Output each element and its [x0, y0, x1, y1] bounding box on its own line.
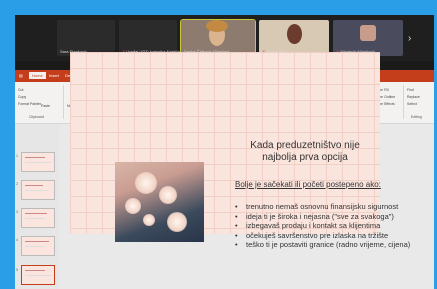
- thumbnail-line: [25, 275, 51, 276]
- participant-tile[interactable]: ✕Jelena Milo...: [259, 20, 329, 56]
- paste-button[interactable]: Paste: [41, 104, 50, 108]
- thumbnail-line: [25, 157, 45, 158]
- participant-hair: [206, 20, 228, 32]
- slide-thumbnail-selected[interactable]: [21, 265, 55, 285]
- thumbnail-line: [25, 246, 43, 247]
- participant-tile-active[interactable]: Danka Čelković (She/her): [180, 19, 256, 57]
- cut-button[interactable]: Cut: [18, 88, 23, 92]
- list-item: očekuješ savršenstvo pre izlaska na trži…: [235, 231, 434, 241]
- flower-image[interactable]: [115, 162, 204, 242]
- thumbnail-line: [25, 270, 45, 271]
- thumbnail-number: 3: [16, 210, 18, 214]
- slide-thumbnail[interactable]: [21, 208, 55, 228]
- flower-shape: [143, 214, 155, 226]
- list-item: teško ti je postaviti granice (radno vri…: [235, 240, 434, 250]
- screen-share-frame: Sara Stankovic ✕Uređaj (432) korisnika N…: [15, 15, 434, 289]
- flower-shape: [125, 198, 141, 214]
- slide-title[interactable]: Kada preduzetništvo nije najbolja prva o…: [235, 140, 375, 164]
- list-item: izbegavaš prodaju i kontakt sa klijentim…: [235, 221, 434, 231]
- divider: [403, 85, 404, 119]
- flower-shape: [135, 172, 157, 194]
- thumbnail-number: 5: [16, 268, 18, 272]
- participant-avatar: [360, 25, 376, 41]
- slide-subtitle[interactable]: Bolje je sačekati ili početi postepeno a…: [235, 180, 381, 189]
- format-painter-button[interactable]: Format Painter: [18, 102, 41, 106]
- thumbnail-line: [25, 213, 47, 214]
- tab-home[interactable]: Home: [29, 72, 46, 79]
- list-item: ideja ti je široka i nejasna ("sve za sv…: [235, 212, 434, 222]
- flower-shape: [159, 186, 177, 204]
- tab-file[interactable]: ▤: [19, 73, 23, 78]
- participant-tile[interactable]: Sara Stankovic: [57, 20, 115, 56]
- thumbnail-number: 4: [16, 238, 18, 242]
- group-clipboard: Clipboard: [29, 115, 44, 119]
- slide-thumbnail[interactable]: [21, 152, 55, 172]
- group-editing: Editing: [411, 115, 422, 119]
- tab-insert[interactable]: Insert: [49, 73, 59, 78]
- divider: [63, 85, 64, 119]
- thumbnail-line: [25, 218, 45, 219]
- replace-button[interactable]: Replace: [407, 95, 420, 99]
- thumbnail-line: [25, 185, 43, 186]
- thumbnail-line: [25, 241, 49, 242]
- participant-video: [287, 24, 302, 44]
- thumbnail-line: [25, 190, 49, 191]
- slide-thumbnail[interactable]: [21, 236, 55, 256]
- flower-shape: [167, 212, 187, 232]
- select-button[interactable]: Select: [407, 102, 417, 106]
- participant-tile[interactable]: ✕Uređaj (432) korisnika Natalija: [119, 20, 180, 56]
- chevron-right-icon[interactable]: ›: [408, 33, 411, 44]
- slide-thumbnail[interactable]: [21, 180, 55, 200]
- list-item: trenutno nemaš osnovnu finansijsku sigur…: [235, 202, 434, 212]
- thumbnail-line: [25, 162, 51, 163]
- slide-thumbnail-panel: 1 2 3 4 5: [15, 124, 59, 289]
- thumbnail-number: 1: [16, 154, 18, 158]
- copy-button[interactable]: Copy: [18, 95, 26, 99]
- participant-tile[interactable]: ✕Mladenki Mihajlović: [333, 20, 403, 56]
- find-button[interactable]: Find: [407, 88, 414, 92]
- thumbnail-number: 2: [16, 182, 18, 186]
- slide-bullet-list[interactable]: trenutno nemaš osnovnu finansijsku sigur…: [235, 202, 434, 250]
